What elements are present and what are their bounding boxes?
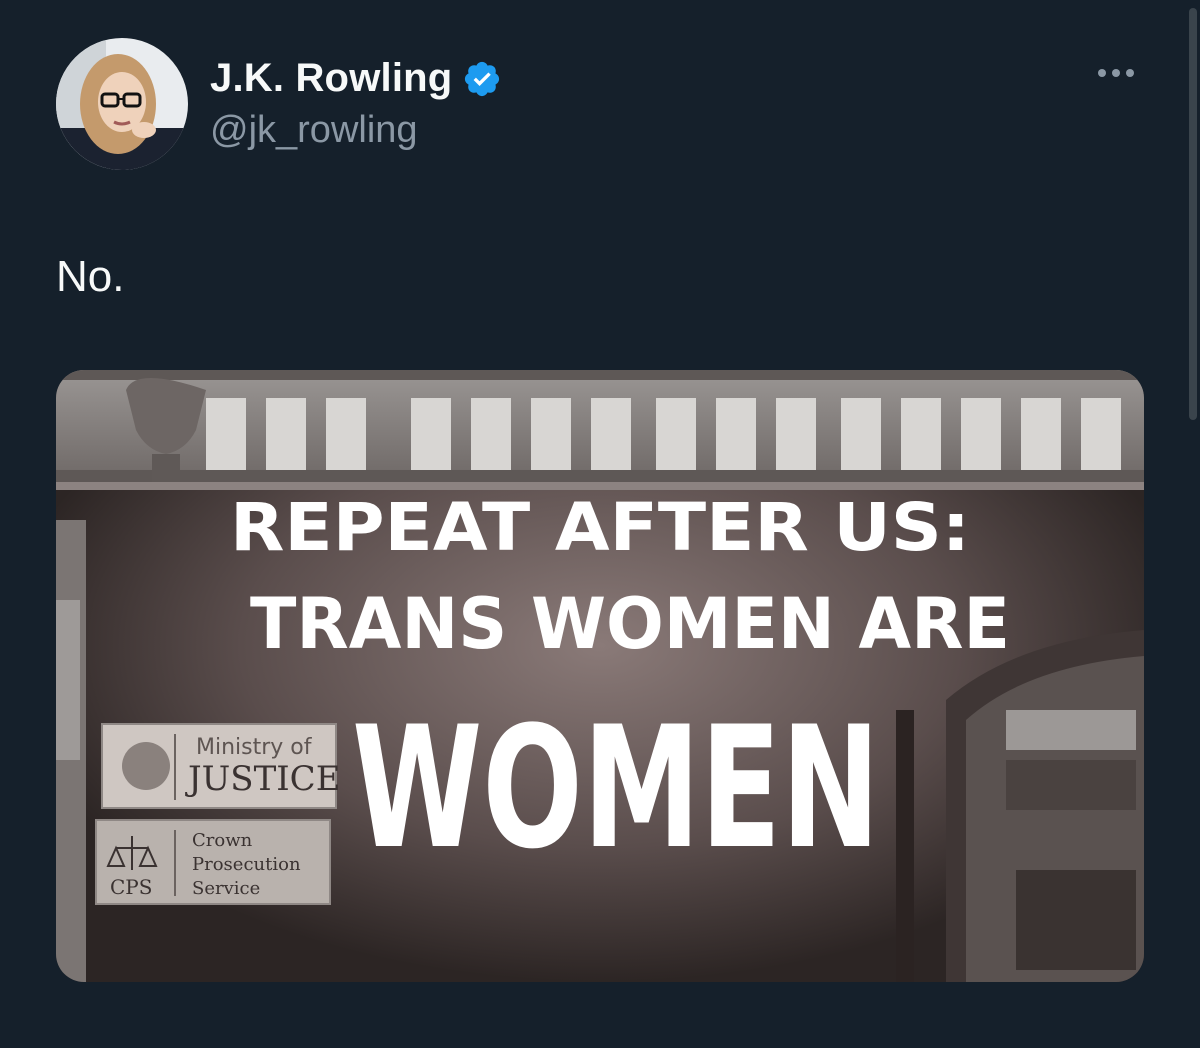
- display-name[interactable]: J.K. Rowling: [210, 56, 452, 101]
- tweet-card: J.K. Rowling @jk_rowling No. Ministry of…: [0, 0, 1200, 1048]
- tweet-media-image[interactable]: Ministry of JUSTICE CPS Crown Prosecutio…: [56, 370, 1144, 982]
- cps-sign: CPS Crown Prosecution Service: [95, 819, 331, 905]
- avatar[interactable]: [56, 38, 188, 170]
- projection-line-2: TRANS WOMEN ARE: [250, 583, 1010, 665]
- scrollbar[interactable]: [1186, 0, 1200, 430]
- display-name-row: J.K. Rowling: [210, 56, 502, 101]
- scrollbar-thumb[interactable]: [1189, 8, 1197, 420]
- cps-line1: Crown: [192, 830, 253, 851]
- ministry-line1: Ministry of: [196, 735, 313, 760]
- projection-line-3: WOMEN: [352, 690, 880, 886]
- avatar-image: [56, 38, 188, 170]
- ministry-sign: Ministry of JUSTICE: [101, 723, 341, 809]
- cps-abbrev: CPS: [110, 875, 152, 899]
- more-options-icon[interactable]: [1094, 58, 1138, 88]
- ministry-line2: JUSTICE: [185, 759, 341, 799]
- author-names: J.K. Rowling @jk_rowling: [210, 38, 502, 170]
- author-handle[interactable]: @jk_rowling: [210, 109, 502, 152]
- tweet-text: No.: [56, 252, 125, 301]
- verified-badge-icon: [462, 59, 502, 99]
- cps-line3: Service: [192, 878, 260, 899]
- projection-line-1: REPEAT AFTER US:: [230, 489, 970, 566]
- cps-line2: Prosecution: [192, 854, 301, 875]
- tweet-header: J.K. Rowling @jk_rowling: [56, 38, 502, 170]
